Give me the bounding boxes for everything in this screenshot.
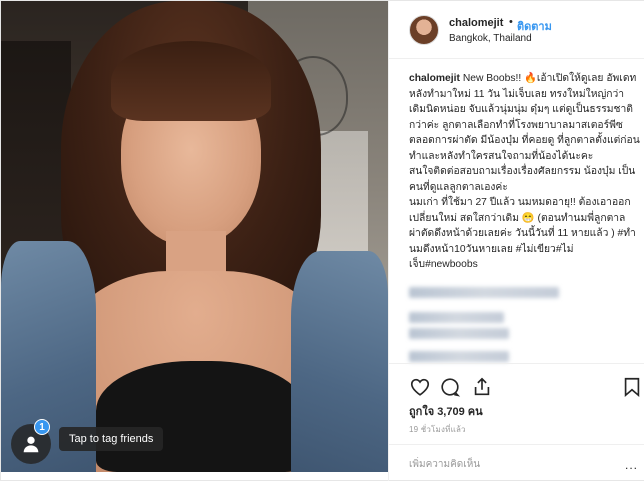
likes-count[interactable]: ถูกใจ 3,709 คน xyxy=(409,402,483,420)
action-bar xyxy=(389,363,644,403)
share-icon[interactable] xyxy=(471,376,493,398)
instagram-post: 1 Tap to tag friends chalomejit • ติดตาม… xyxy=(0,0,644,481)
caption-paragraph: ตลอดการผ่าตัด มีน้องบุ๋ม ที่คอยดู ที่ลูก… xyxy=(409,135,640,162)
photo-bangs xyxy=(111,41,271,121)
post-caption: chalomejit New Boobs!! 🔥เอ้าเปิดให้ดูเลย… xyxy=(409,71,641,362)
post-header: chalomejit • ติดตาม Bangkok, Thailand xyxy=(389,1,644,59)
photo-jacket-right xyxy=(291,251,388,472)
location-link[interactable]: Bangkok, Thailand xyxy=(449,33,532,44)
header-username[interactable]: chalomejit xyxy=(449,17,503,29)
blurred-text xyxy=(409,311,504,323)
caption-paragraph: chalomejit New Boobs!! 🔥เอ้าเปิดให้ดูเลย… xyxy=(409,71,641,133)
comment-section: ... xyxy=(389,444,644,481)
header-separator: • xyxy=(509,16,513,28)
blurred-text xyxy=(409,327,509,339)
post-photo[interactable]: 1 Tap to tag friends xyxy=(1,1,388,472)
post-timestamp[interactable]: 19 ชั่วโมงที่แล้ว xyxy=(409,423,466,436)
comment-input[interactable] xyxy=(409,456,619,472)
avatar[interactable] xyxy=(409,15,439,45)
tag-friends-tooltip[interactable]: Tap to tag friends xyxy=(59,427,164,451)
tag-count-badge: 1 xyxy=(34,419,50,435)
blurred-text xyxy=(409,286,559,298)
caption-paragraph: นมเก่า ที่ใช้มา 27 ปีแล้ว นมหมดอายุ!! ต้… xyxy=(409,197,636,270)
post-side-panel: chalomejit • ติดตาม Bangkok, Thailand ch… xyxy=(388,1,644,481)
photo-bra xyxy=(96,361,306,472)
caption-paragraph: สนใจติดต่อสอบถามเรื่องเรื่องศัลยกรรม น้อ… xyxy=(409,166,636,193)
heart-icon[interactable] xyxy=(409,376,431,398)
more-options-icon[interactable]: ... xyxy=(625,458,638,472)
bookmark-icon[interactable] xyxy=(621,376,643,398)
caption-username[interactable]: chalomejit xyxy=(409,73,460,84)
blurred-text xyxy=(409,350,509,362)
comment-icon[interactable] xyxy=(439,376,461,398)
